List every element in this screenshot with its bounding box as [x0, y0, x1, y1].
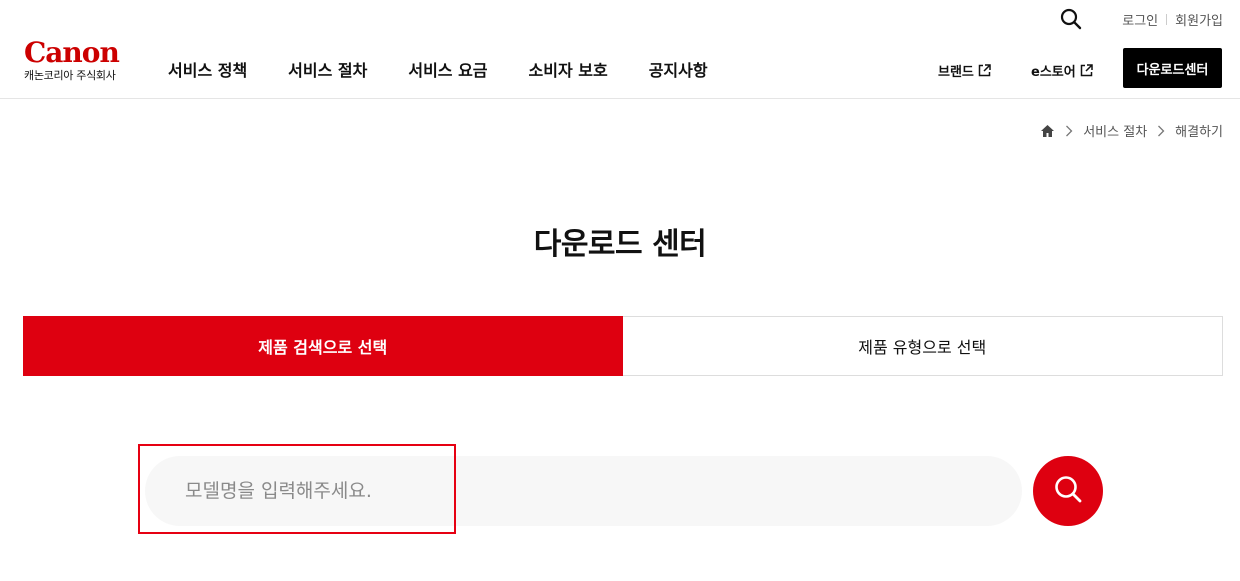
- chevron-right-icon: [1157, 125, 1165, 137]
- estore-link[interactable]: e스토어: [1031, 61, 1093, 80]
- signup-link[interactable]: 회원가입: [1175, 10, 1223, 29]
- logo-wordmark: Canon: [24, 36, 120, 69]
- login-link[interactable]: 로그인: [1122, 10, 1158, 29]
- selection-tabs: 제품 검색으로 선택 제품 유형으로 선택: [23, 316, 1223, 376]
- site-header: Canon 캐논코리아 주식회사 서비스 정책 서비스 절차 서비스 요금 소비…: [0, 0, 1240, 99]
- model-search-box: [145, 456, 1022, 526]
- main-nav: 서비스 정책 서비스 절차 서비스 요금 소비자 보호 공지사항: [168, 57, 708, 81]
- download-center-button[interactable]: 다운로드센터: [1123, 48, 1222, 88]
- model-search-input[interactable]: [185, 456, 1005, 526]
- external-link-icon: [978, 64, 991, 77]
- util-menu: 로그인 회원가입: [1122, 10, 1223, 29]
- tab-select-by-type[interactable]: 제품 유형으로 선택: [622, 316, 1223, 376]
- nav-item-notice[interactable]: 공지사항: [649, 57, 708, 81]
- logo-company-name: 캐논코리아 주식회사: [24, 69, 116, 82]
- canon-logo[interactable]: Canon 캐논코리아 주식회사: [24, 38, 139, 84]
- home-icon[interactable]: [1040, 124, 1055, 138]
- nav-item-service-fee[interactable]: 서비스 요금: [408, 57, 487, 81]
- search-icon[interactable]: [1060, 8, 1082, 30]
- nav-item-service-policy[interactable]: 서비스 정책: [168, 57, 247, 81]
- external-link-icon: [1080, 64, 1093, 77]
- page-title: 다운로드 센터: [533, 227, 707, 262]
- nav-item-service-procedure[interactable]: 서비스 절차: [288, 57, 367, 81]
- breadcrumb-resolve[interactable]: 해결하기: [1175, 121, 1223, 140]
- breadcrumb: 서비스 절차 해결하기: [1040, 121, 1223, 140]
- search-icon: [1053, 474, 1083, 508]
- breadcrumb-service-procedure[interactable]: 서비스 절차: [1083, 121, 1147, 140]
- chevron-right-icon: [1065, 125, 1073, 137]
- nav-item-consumer-protection[interactable]: 소비자 보호: [529, 57, 608, 81]
- brand-link-label: 브랜드: [938, 65, 974, 80]
- estore-link-label: e스토어: [1031, 65, 1076, 80]
- brand-link[interactable]: 브랜드: [938, 61, 991, 80]
- tab-search-by-product[interactable]: 제품 검색으로 선택: [23, 316, 623, 376]
- search-button[interactable]: [1033, 456, 1103, 526]
- util-divider: [1166, 14, 1168, 25]
